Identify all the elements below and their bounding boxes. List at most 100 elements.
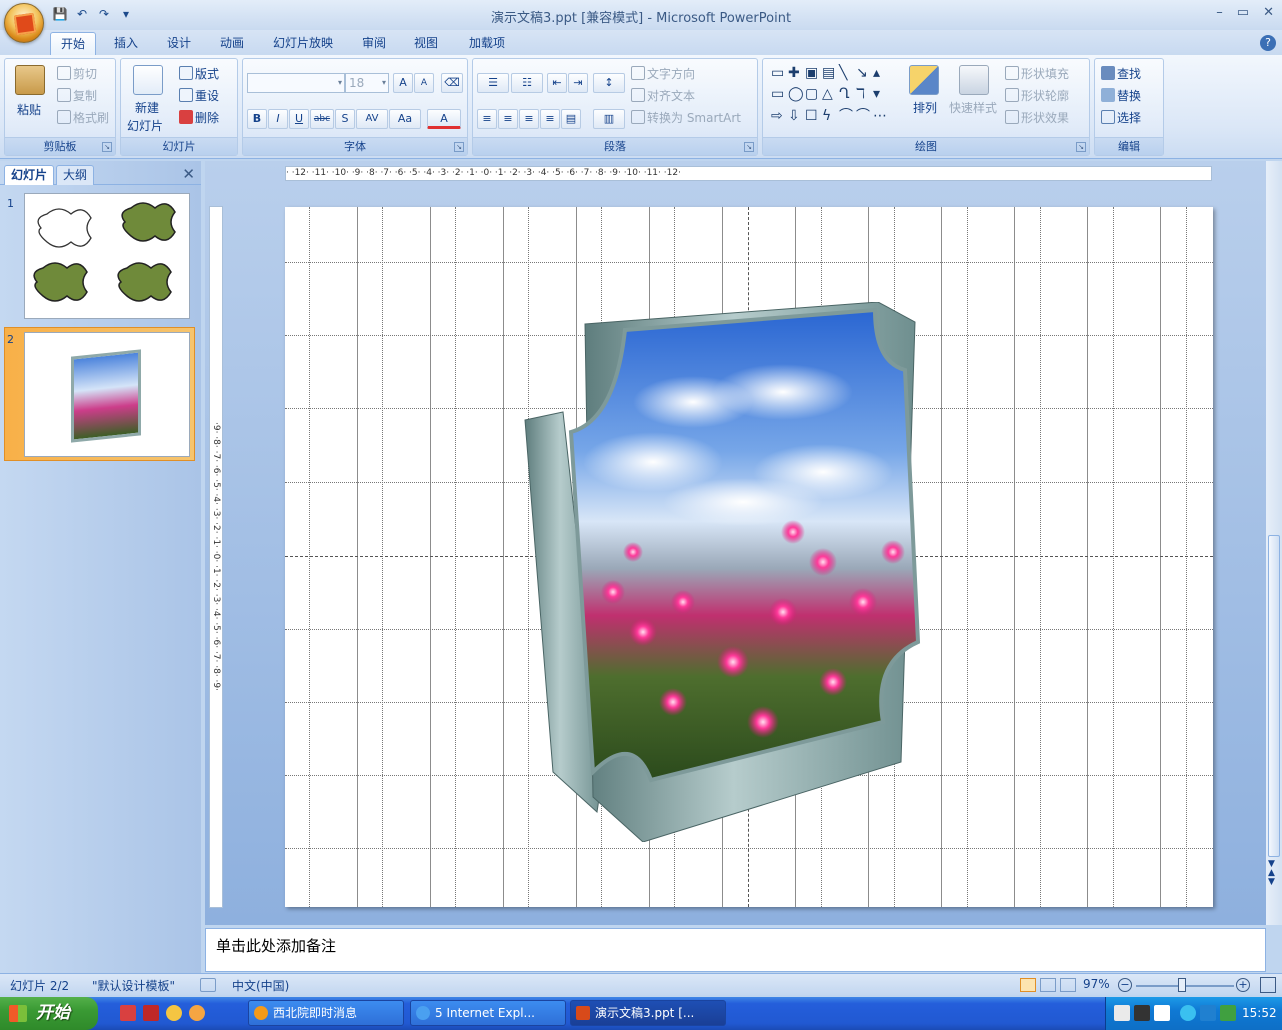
decrease-indent-button[interactable]: ⇤ xyxy=(547,73,567,93)
quicklaunch-icon[interactable] xyxy=(143,1005,159,1021)
shape-icon[interactable]: ⌒ xyxy=(856,108,872,125)
tab-outline[interactable]: 大纲 xyxy=(56,165,95,185)
align-right-button[interactable]: ≡ xyxy=(519,109,539,129)
cut-button[interactable]: 剪切 xyxy=(57,65,97,82)
gallery-down-icon[interactable]: ▾ xyxy=(873,86,889,103)
tray-icon[interactable] xyxy=(1180,1005,1196,1021)
select-button[interactable]: 选择 xyxy=(1101,109,1141,126)
paste-button[interactable]: 粘贴 xyxy=(17,101,41,118)
help-tray-icon[interactable] xyxy=(1134,1005,1150,1021)
tab-slides[interactable]: 幻灯片 xyxy=(4,165,55,185)
gallery-more-icon[interactable]: ⋯ xyxy=(873,108,889,125)
zoom-in-icon[interactable]: + xyxy=(1236,978,1250,992)
find-button[interactable]: 查找 xyxy=(1101,65,1141,82)
tab-view[interactable]: 视图 xyxy=(404,32,448,56)
shape-icon[interactable]: ▭ xyxy=(771,86,787,103)
line-spacing-button[interactable]: ↕ xyxy=(593,73,625,93)
normal-view-icon[interactable] xyxy=(1020,978,1036,992)
shapes-gallery[interactable]: ▭ ✚ ▣ ▤ ╲ ↘ ▴ ▭ ◯ ▢ △ Ղ ℸ ▾ ⇨ ⇩ ☐ ϟ ⌒ ⌒ … xyxy=(771,65,889,125)
gallery-up-icon[interactable]: ▴ xyxy=(873,65,889,82)
align-center-button[interactable]: ≡ xyxy=(498,109,518,129)
tab-animations[interactable]: 动画 xyxy=(210,32,254,56)
shape-icon[interactable]: Ղ xyxy=(839,86,855,103)
scrollbar-thumb[interactable] xyxy=(1268,535,1280,857)
shape-icon[interactable]: ▤ xyxy=(822,65,838,82)
shape-icon[interactable]: ⌒ xyxy=(839,108,855,125)
shape-effects-button[interactable]: 形状效果 xyxy=(1005,109,1069,126)
shape-fill-button[interactable]: 形状填充 xyxy=(1005,65,1069,82)
tab-addins[interactable]: 加载项 xyxy=(458,32,516,56)
shape-icon[interactable]: △ xyxy=(822,86,838,103)
qq-icon[interactable] xyxy=(189,1005,205,1021)
font-color-button[interactable]: A xyxy=(427,109,461,129)
justify-button[interactable]: ≡ xyxy=(540,109,560,129)
flower-picture-shape[interactable] xyxy=(523,302,943,842)
slide-thumbnail-2[interactable] xyxy=(24,332,190,457)
layout-button[interactable]: 版式 xyxy=(179,65,219,82)
font-size-combo[interactable]: 18 ▾ xyxy=(345,73,389,93)
columns-button[interactable]: ▥ xyxy=(593,109,625,129)
taskbar-item-ie[interactable]: 5 Internet Expl... xyxy=(410,1000,566,1026)
char-spacing-button[interactable]: AV xyxy=(356,109,388,129)
format-painter-button[interactable]: 格式刷 xyxy=(57,109,109,126)
shape-icon[interactable]: ⇨ xyxy=(771,108,787,125)
tab-insert[interactable]: 插入 xyxy=(104,32,148,56)
taskbar-item-messenger[interactable]: 西北院即时消息 xyxy=(248,1000,404,1026)
text-direction-button[interactable]: 文字方向 xyxy=(631,65,695,82)
tab-slide-show[interactable]: 幻灯片放映 xyxy=(262,32,344,56)
qq-icon[interactable] xyxy=(166,1005,182,1021)
shape-icon[interactable]: ◯ xyxy=(788,86,804,103)
zoom-out-icon[interactable]: − xyxy=(1118,978,1132,992)
zoom-slider-thumb[interactable] xyxy=(1178,978,1186,992)
shape-icon[interactable]: ℸ xyxy=(856,86,872,103)
taskbar-item-powerpoint[interactable]: 演示文稿3.ppt [... xyxy=(570,1000,726,1026)
slide-canvas[interactable] xyxy=(285,207,1213,907)
notes-pane[interactable]: 单击此处添加备注 xyxy=(205,928,1266,972)
help-icon[interactable]: ? xyxy=(1260,35,1276,51)
tray-icon[interactable] xyxy=(1200,1005,1216,1021)
quicklaunch-icon[interactable] xyxy=(120,1005,136,1021)
bullets-button[interactable]: ☰ xyxy=(477,73,509,93)
delete-slide-button[interactable]: 删除 xyxy=(179,109,219,126)
underline-button[interactable]: U xyxy=(289,109,309,129)
shape-icon[interactable]: ⇩ xyxy=(788,108,804,125)
tray-icon[interactable] xyxy=(1154,1005,1170,1021)
replace-button[interactable]: 替换 xyxy=(1101,87,1141,104)
tab-design[interactable]: 设计 xyxy=(157,32,201,56)
close-pane-icon[interactable]: ✕ xyxy=(182,165,195,183)
strikethrough-button[interactable]: abc xyxy=(310,109,334,129)
clipboard-launcher-icon[interactable]: ↘ xyxy=(102,142,112,152)
tab-home[interactable]: 开始 xyxy=(50,32,96,56)
shape-icon[interactable]: ✚ xyxy=(788,65,804,82)
scroll-arrows-icon[interactable]: ▼ ▲ ▼ xyxy=(1268,860,1275,887)
network-icon[interactable] xyxy=(1220,1005,1236,1021)
new-slide-button-line2[interactable]: 幻灯片 xyxy=(127,117,163,134)
fit-to-window-icon[interactable] xyxy=(1260,977,1276,993)
reset-button[interactable]: 重设 xyxy=(179,87,219,104)
new-slide-button[interactable]: 新建 xyxy=(135,99,159,116)
font-name-combo[interactable]: ▾ xyxy=(247,73,345,93)
font-launcher-icon[interactable]: ↘ xyxy=(454,142,464,152)
slide-show-icon[interactable] xyxy=(1060,978,1076,992)
align-left-button[interactable]: ≡ xyxy=(477,109,497,129)
clear-format-button[interactable]: ⌫ xyxy=(441,73,463,93)
copy-button[interactable]: 复制 xyxy=(57,87,97,104)
zoom-level-text[interactable]: 97% xyxy=(1083,977,1110,991)
align-text-button[interactable]: 对齐文本 xyxy=(631,87,695,104)
shape-icon[interactable]: ↘ xyxy=(856,65,872,82)
close-button[interactable]: ✕ xyxy=(1263,5,1274,20)
shape-outline-button[interactable]: 形状轮廓 xyxy=(1005,87,1069,104)
shape-icon[interactable]: ▭ xyxy=(771,65,787,82)
shadow-button[interactable]: S xyxy=(335,109,355,129)
minimize-button[interactable]: – xyxy=(1216,5,1223,20)
restore-button[interactable]: ▭ xyxy=(1237,5,1249,20)
shape-icon[interactable]: ▢ xyxy=(805,86,821,103)
quick-styles-button[interactable]: 快速样式 xyxy=(949,99,997,116)
spell-check-icon[interactable] xyxy=(200,978,216,992)
drawing-launcher-icon[interactable]: ↘ xyxy=(1076,142,1086,152)
increase-indent-button[interactable]: ⇥ xyxy=(568,73,588,93)
italic-button[interactable]: I xyxy=(268,109,288,129)
tab-review[interactable]: 审阅 xyxy=(352,32,396,56)
shape-icon[interactable]: ╲ xyxy=(839,65,855,82)
convert-smartart-button[interactable]: 转换为 SmartArt xyxy=(631,109,741,126)
